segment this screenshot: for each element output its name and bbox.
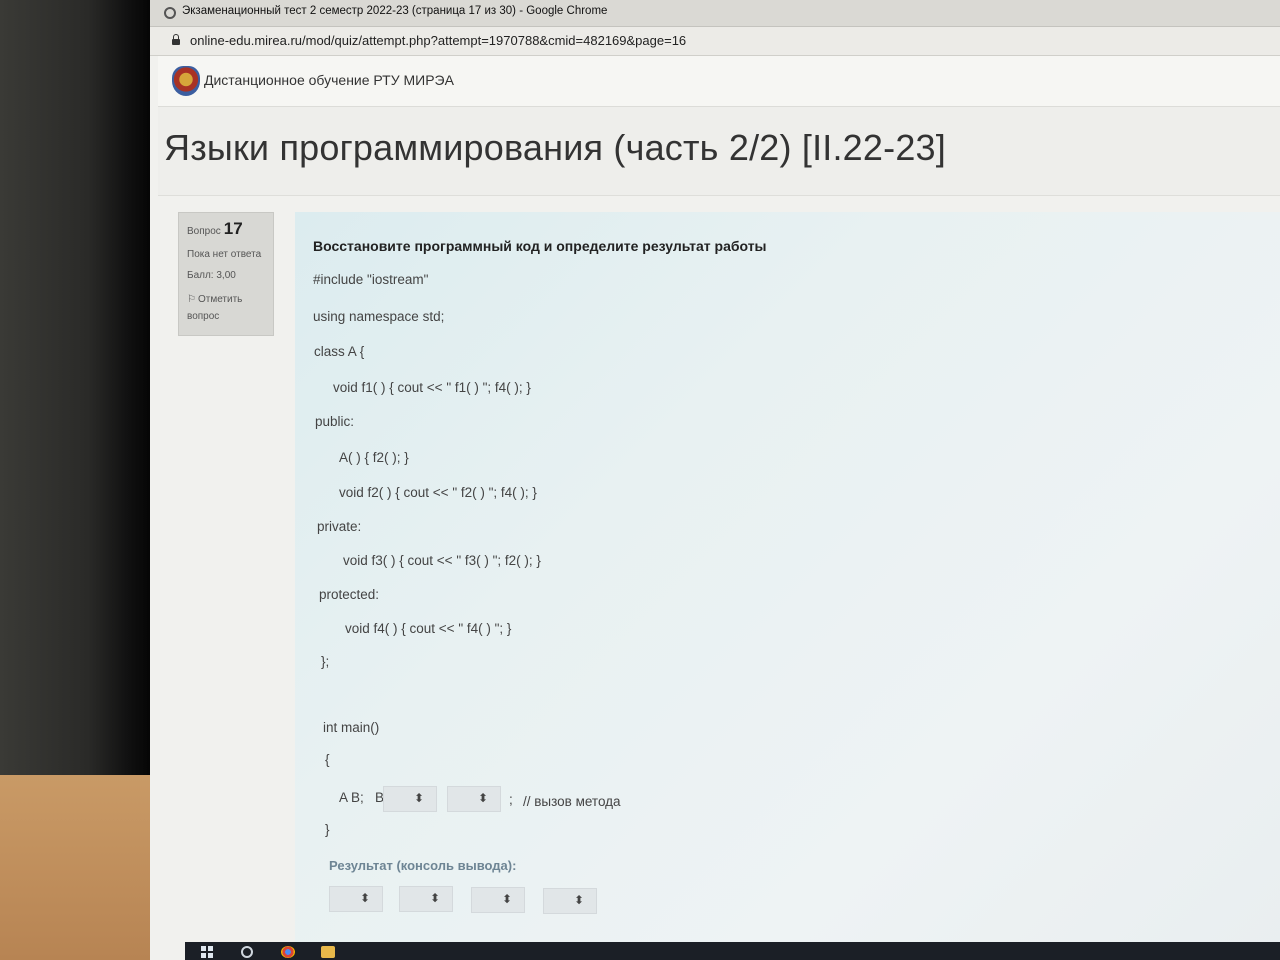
- url-text[interactable]: online-edu.mirea.ru/mod/quiz/attempt.php…: [190, 33, 686, 48]
- flag-question-link[interactable]: ⚐ Отметить вопрос: [187, 291, 265, 325]
- code-line: class A {: [314, 344, 365, 359]
- lock-icon: [172, 34, 180, 45]
- window-title: Экзаменационный тест 2 семестр 2022-23 (…: [182, 5, 608, 17]
- chrome-icon: [164, 7, 176, 19]
- flag-icon: ⚐: [187, 294, 196, 305]
- search-icon[interactable]: [241, 946, 253, 958]
- site-name-link[interactable]: Дистанционное обучение РТУ МИРЭА: [204, 72, 454, 88]
- windows-taskbar: [185, 942, 1280, 960]
- output-select-1[interactable]: [329, 886, 383, 912]
- address-bar[interactable]: online-edu.mirea.ru/mod/quiz/attempt.php…: [150, 27, 1280, 56]
- site-header: Дистанционное обучение РТУ МИРЭА: [158, 56, 1280, 107]
- result-label: Результат (консоль вывода):: [329, 858, 517, 873]
- question-number: Вопрос 17: [187, 219, 265, 239]
- output-select-4[interactable]: [543, 888, 597, 914]
- question-prompt: Восстановите программный код и определит…: [313, 238, 767, 254]
- code-line: };: [321, 654, 330, 669]
- course-header: Языки программирования (часть 2/2) [II.2…: [158, 107, 1280, 196]
- statement-semicolon: ;: [509, 792, 513, 807]
- code-line: }: [325, 822, 330, 837]
- output-select-3[interactable]: [471, 887, 525, 913]
- course-title: Языки программирования (часть 2/2) [II.2…: [164, 127, 946, 168]
- question-content: Восстановите программный код и определит…: [295, 212, 1280, 960]
- code-line: void f4( ) { cout << " f4( ) "; }: [345, 621, 512, 636]
- code-line: protected:: [319, 587, 380, 602]
- windows-start-icon[interactable]: [201, 946, 213, 958]
- university-emblem-icon[interactable]: [172, 66, 200, 96]
- object-select[interactable]: [383, 786, 437, 812]
- code-line: void f3( ) { cout << " f3( ) "; f2( ); }: [343, 553, 541, 568]
- code-line: private:: [317, 519, 362, 534]
- code-line: void f2( ) { cout << " f2( ) "; f4( ); }: [339, 485, 537, 500]
- main-statement-prefix: A B; B: [339, 790, 385, 805]
- window-titlebar: Экзаменационный тест 2 семестр 2022-23 (…: [150, 0, 1280, 27]
- method-call-comment: // вызов метода: [523, 794, 621, 809]
- code-line: A( ) { f2( ); }: [339, 450, 409, 465]
- code-line: int main(): [323, 720, 380, 735]
- code-line: void f1( ) { cout << " f1( ) "; f4( ); }: [333, 380, 531, 395]
- question-status: Пока нет ответа: [187, 249, 262, 260]
- question-number-value: 17: [223, 219, 243, 238]
- question-number-label: Вопрос: [187, 226, 221, 237]
- code-line: {: [325, 752, 330, 767]
- code-line: #include "iostream": [313, 272, 429, 287]
- output-select-2[interactable]: [399, 886, 453, 912]
- method-select[interactable]: [447, 786, 501, 812]
- question-grade: Балл: 3,00: [187, 270, 236, 281]
- question-info-panel: Вопрос 17 Пока нет ответа Балл: 3,00 ⚐ Отм…: [178, 212, 274, 336]
- folder-icon[interactable]: [321, 946, 335, 958]
- code-line: public:: [315, 414, 355, 429]
- code-line: using namespace std;: [313, 309, 445, 324]
- chrome-taskbar-icon[interactable]: [281, 946, 295, 958]
- browser-screen: Экзаменационный тест 2 семестр 2022-23 (…: [150, 0, 1280, 960]
